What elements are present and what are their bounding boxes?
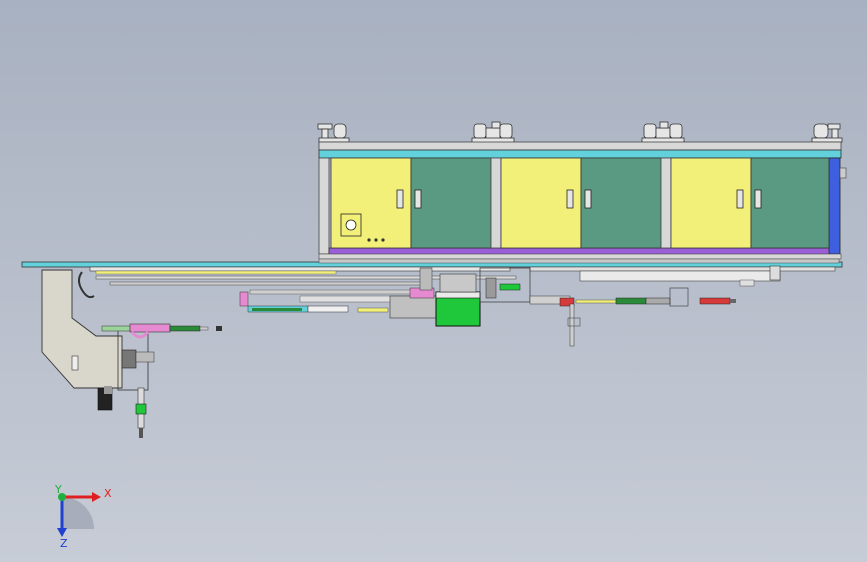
middle-conveyor[interactable] <box>239 267 437 319</box>
y-axis-label: Y <box>54 483 62 496</box>
foot-1 <box>317 123 350 143</box>
coordinate-triad: X Y Z <box>54 483 112 550</box>
leveling-feet <box>317 121 843 144</box>
foot-4 <box>811 123 843 143</box>
left-cylinder-assembly[interactable] <box>101 323 222 339</box>
z-axis-label: Z <box>60 537 68 550</box>
cabinet-3[interactable] <box>670 157 830 249</box>
cabinet-2[interactable] <box>500 157 672 249</box>
foot-2 <box>471 121 515 144</box>
cabinet-1[interactable] <box>330 157 502 249</box>
green-enclosure[interactable] <box>435 273 481 327</box>
foot-3 <box>641 121 685 144</box>
cad-viewport[interactable]: X Y Z <box>0 0 867 562</box>
left-hopper[interactable] <box>41 269 155 438</box>
x-axis-label: X <box>104 487 112 500</box>
